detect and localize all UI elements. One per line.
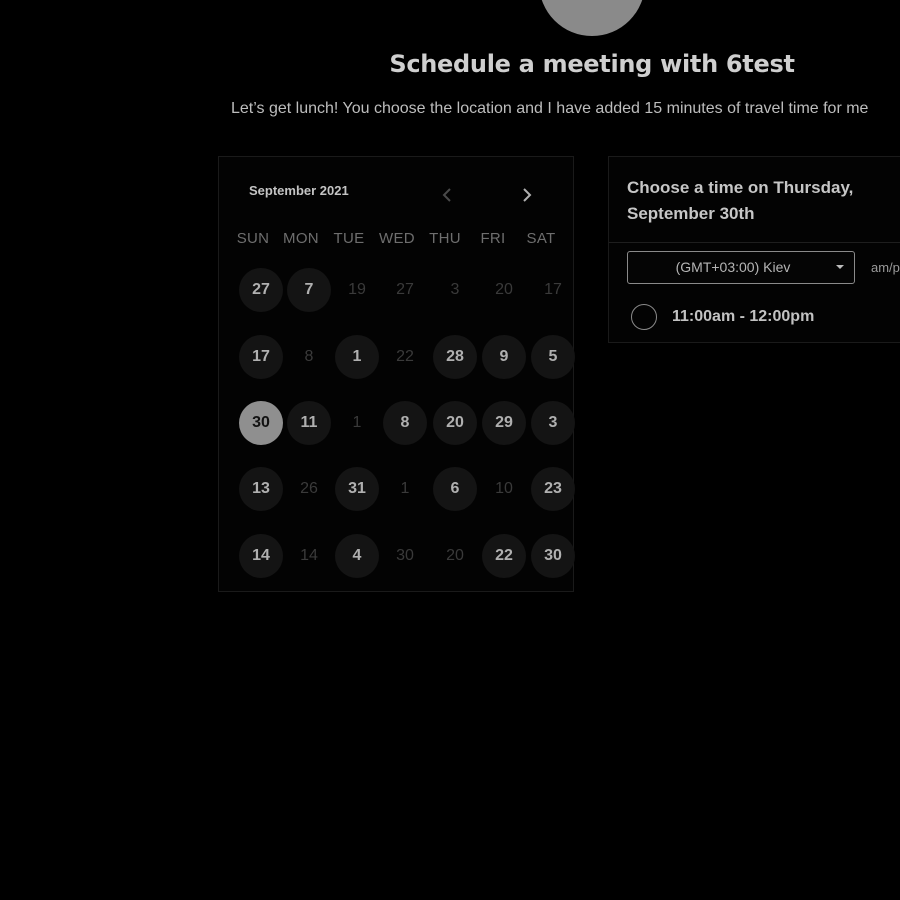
calendar: September 2021 SUN MON TUE WED THU FRI SAT 27 7… xyxy=(218,156,575,592)
scheduling-page: Schedule a meeting with 6test Let’s get … xyxy=(0,0,900,900)
calendar-day: 14 xyxy=(300,547,318,564)
weekday-label: FRI xyxy=(480,230,506,247)
calendar-day[interactable]: 3 xyxy=(531,401,575,445)
calendar-day[interactable]: 13 xyxy=(239,467,283,511)
time-slot-radio[interactable] xyxy=(631,304,657,330)
timezone-select[interactable]: (GMT+03:00) Kiev xyxy=(627,251,855,284)
weekday-label: SAT xyxy=(526,230,556,247)
calendar-day[interactable]: 23 xyxy=(531,467,575,511)
chevron-right-icon xyxy=(523,188,532,202)
calendar-day[interactable]: 27 xyxy=(239,268,283,312)
calendar-day[interactable]: 20 xyxy=(433,401,477,445)
caret-down-icon xyxy=(836,265,844,269)
time-slot-label: 11:00am - 12:00pm xyxy=(672,308,815,325)
calendar-day: 19 xyxy=(348,281,366,298)
selected-day[interactable]: 30 xyxy=(239,401,283,445)
calendar-day: 10 xyxy=(495,480,513,497)
calendar-day: 30 xyxy=(396,547,414,564)
month-label: September 2021 xyxy=(249,183,349,198)
calendar-day[interactable]: 7 xyxy=(287,268,331,312)
weekday-label: THU xyxy=(429,230,461,247)
calendar-day: 8 xyxy=(304,348,314,365)
calendar-day[interactable]: 29 xyxy=(482,401,526,445)
avatar xyxy=(539,0,645,36)
previous-month-button[interactable] xyxy=(435,182,461,208)
calendar-day: 22 xyxy=(396,348,414,365)
chevron-left-icon xyxy=(442,188,451,202)
time-panel: Choose a time on Thursday, September 30t… xyxy=(608,156,900,343)
calendar-day: 20 xyxy=(446,547,464,564)
calendar-day[interactable]: 31 xyxy=(335,467,379,511)
next-month-button[interactable] xyxy=(514,182,540,208)
calendar-day[interactable]: 6 xyxy=(433,467,477,511)
calendar-day[interactable]: 1 xyxy=(335,335,379,379)
calendar-day: 26 xyxy=(300,480,318,497)
weekday-label: WED xyxy=(379,230,415,247)
timezone-value: (GMT+03:00) Kiev xyxy=(675,259,791,275)
calendar-day[interactable]: 22 xyxy=(482,534,526,578)
calendar-day[interactable]: 9 xyxy=(482,335,526,379)
calendar-day: 3 xyxy=(450,281,460,298)
calendar-day: 1 xyxy=(400,480,410,497)
calendar-day: 20 xyxy=(495,281,513,298)
calendar-day: 17 xyxy=(544,281,562,298)
page-title: Schedule a meeting with 6test xyxy=(389,50,795,78)
time-panel-header: Choose a time on Thursday, September 30t… xyxy=(609,157,900,243)
calendar-day[interactable]: 4 xyxy=(335,534,379,578)
weekday-label: TUE xyxy=(333,230,365,247)
weekday-label: SUN xyxy=(236,230,270,247)
calendar-day[interactable]: 8 xyxy=(383,401,427,445)
calendar-day[interactable]: 17 xyxy=(239,335,283,379)
calendar-day[interactable]: 28 xyxy=(433,335,477,379)
calendar-day[interactable]: 30 xyxy=(531,534,575,578)
calendar-day[interactable]: 11 xyxy=(287,401,331,445)
calendar-day: 27 xyxy=(396,281,414,298)
calendar-day[interactable]: 14 xyxy=(239,534,283,578)
time-format-toggle[interactable]: am/pm xyxy=(871,260,900,275)
calendar-day: 1 xyxy=(352,414,362,431)
weekday-label: MON xyxy=(283,230,319,247)
time-slot[interactable]: 11:00am - 12:00pm xyxy=(631,304,891,330)
time-panel-heading: Choose a time on Thursday, September 30t… xyxy=(627,178,854,223)
page-subtitle: Let’s get lunch! You choose the location… xyxy=(231,100,869,117)
calendar-day[interactable]: 5 xyxy=(531,335,575,379)
